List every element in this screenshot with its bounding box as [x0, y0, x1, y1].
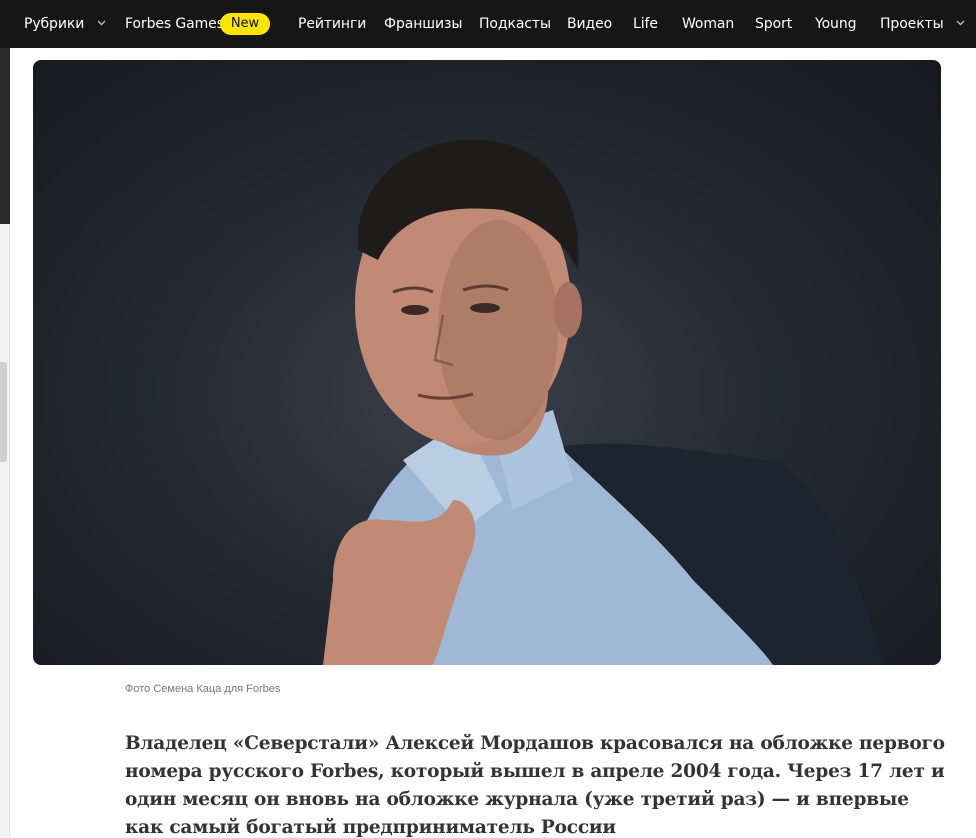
nav-franchises[interactable]: Франшизы: [384, 0, 462, 48]
chevron-down-icon: [956, 0, 965, 46]
portrait-illustration: [323, 139, 883, 665]
photo-caption: Фото Семена Каца для Forbes: [125, 683, 281, 695]
nav-podcasts[interactable]: Подкасты: [479, 0, 551, 48]
nav-video[interactable]: Видео: [567, 0, 612, 48]
left-scrollbar-thumb[interactable]: [0, 362, 7, 462]
nav-ratings[interactable]: Рейтинги: [298, 0, 366, 48]
new-badge: New: [220, 13, 270, 35]
top-navigation: Рубрики Forbes Games New Рейтинги Франши…: [0, 0, 976, 48]
left-scrollbar-track[interactable]: [0, 224, 10, 838]
nav-rubrics-label: Рубрики: [24, 16, 85, 32]
nav-young[interactable]: Young: [815, 0, 857, 48]
chevron-down-icon: [97, 0, 106, 46]
nav-woman[interactable]: Woman: [682, 0, 734, 48]
nav-rubrics-menu[interactable]: Рубрики: [24, 0, 106, 48]
article-lead: Владелец «Северстали» Алексей Мордашов к…: [125, 733, 945, 838]
nav-sport[interactable]: Sport: [755, 0, 792, 48]
left-edge-banner: [0, 48, 10, 224]
article-photo: [33, 60, 941, 665]
nav-projects-label: Проекты: [880, 16, 944, 32]
nav-projects-menu[interactable]: Проекты: [880, 0, 965, 48]
nav-forbes-games[interactable]: Forbes Games: [125, 0, 224, 48]
nav-life[interactable]: Life: [633, 0, 658, 48]
